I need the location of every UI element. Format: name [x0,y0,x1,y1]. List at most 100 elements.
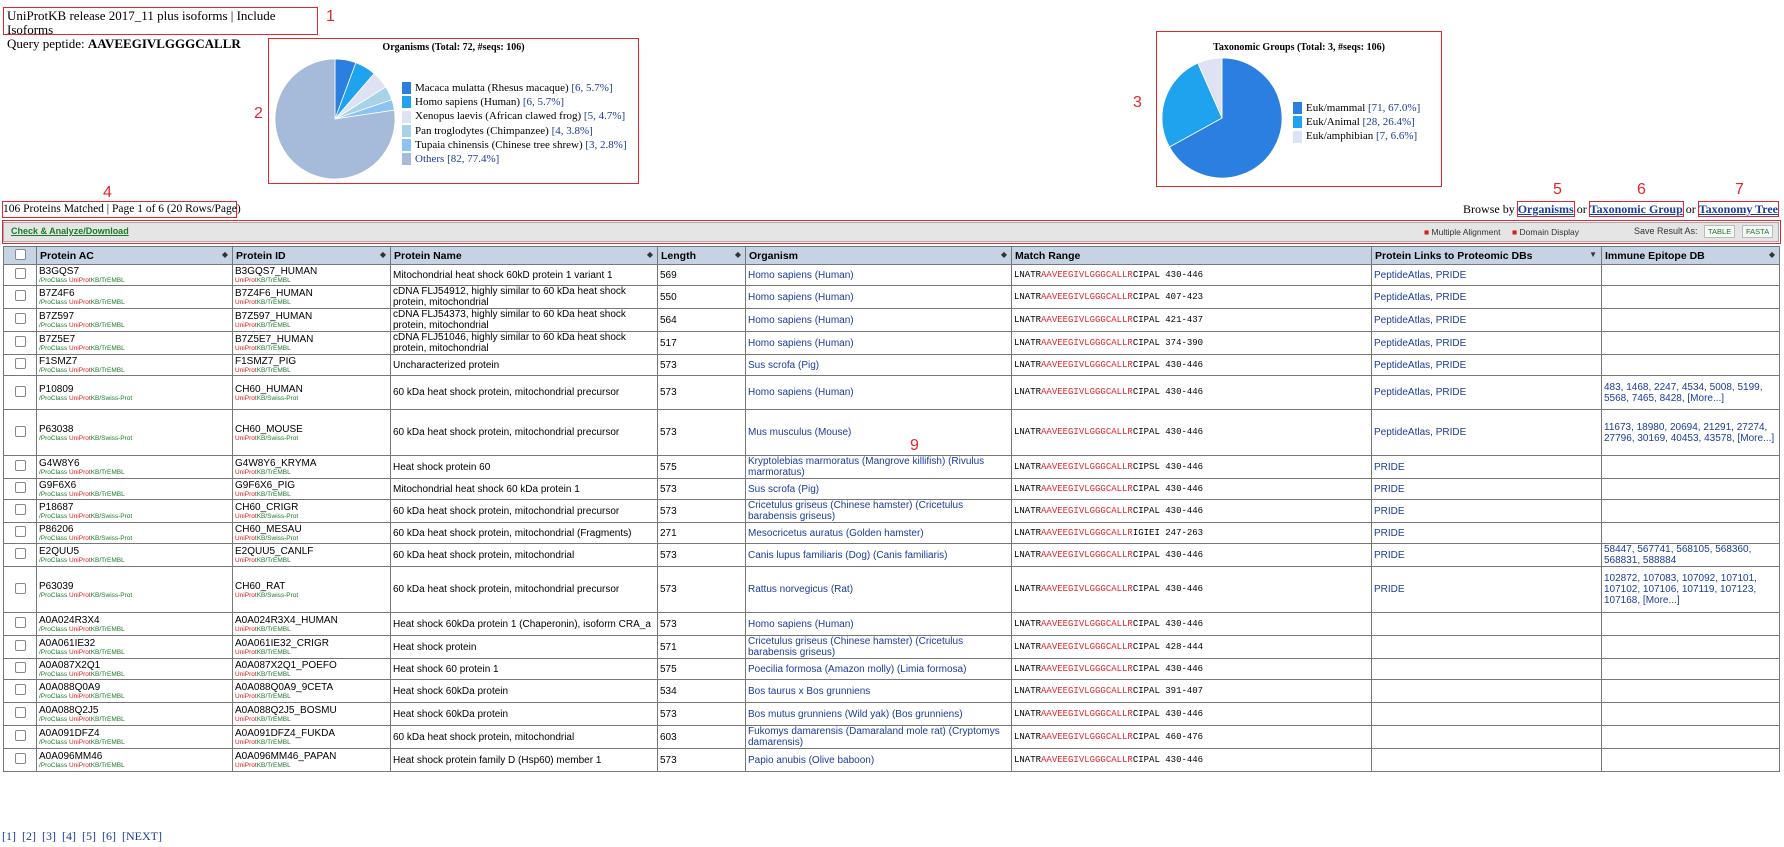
uniprot-link[interactable]: UniProt [69,535,91,542]
proclass-link[interactable]: /ProClass [39,626,67,633]
uniprot-link[interactable]: UniProt [69,367,91,374]
proclass-link[interactable]: /ProClass [39,649,67,656]
uniprot-db-link[interactable]: KB/TrEMBL [257,322,291,329]
uniprot-link[interactable]: UniProt [69,762,91,769]
protein-ac[interactable]: P63039 [39,581,230,592]
row-checkbox[interactable] [14,526,26,537]
row-checkbox[interactable] [14,268,26,279]
proclass-link[interactable]: /ProClass [39,535,67,542]
organism-link[interactable]: Poecilia formosa (Amazon molly) (Limia f… [748,664,966,675]
uniprot-db-link[interactable]: KB/TrEMBL [257,626,291,633]
uniprot-db-link[interactable]: KB/Swiss-Prot [91,592,133,599]
row-select-cell[interactable] [3,285,37,309]
multiple-alignment-button[interactable]: ■ Multiple Alignment [1424,227,1501,237]
uniprot-link[interactable]: UniProt [69,592,91,599]
uniprot-db-link[interactable]: KB/Swiss-Prot [91,395,133,402]
column-header-protein-ac[interactable]: Protein AC ◆ [36,246,233,265]
row-checkbox[interactable] [14,425,26,437]
uniprot-link[interactable]: UniProt [69,693,91,700]
uniprot-link[interactable]: UniProt [69,626,91,633]
proclass-link[interactable]: /ProClass [39,671,67,678]
proteomic-db-links[interactable]: PeptideAtlas, PRIDE [1374,315,1466,326]
row-select-cell[interactable] [3,748,37,772]
uniprot-db-link[interactable]: KB/TrEMBL [91,345,125,352]
epitope-links[interactable]: 11673, 18980, 20694, 21291, 27274, 27796… [1604,422,1774,444]
next-page-link[interactable]: [NEXT] [122,829,162,843]
uniprot-link[interactable]: UniProt [235,435,257,442]
proclass-link[interactable]: /ProClass [39,513,67,520]
uniprot-link[interactable]: UniProt [69,671,91,678]
row-checkbox[interactable] [14,290,26,301]
row-checkbox[interactable] [14,753,26,764]
proclass-link[interactable]: /ProClass [39,469,67,476]
save-table-button[interactable]: TABLE [1704,225,1736,238]
row-select-cell[interactable] [3,543,37,567]
protein-ac[interactable]: F1SMZ7 [39,356,230,367]
sort-icon[interactable]: ◆ [1769,250,1775,259]
uniprot-link[interactable]: UniProt [235,299,257,306]
uniprot-db-link[interactable]: KB/TrEMBL [257,557,291,564]
row-checkbox[interactable] [14,730,26,741]
uniprot-link[interactable]: UniProt [69,435,91,442]
proteomic-db-links[interactable]: PeptideAtlas, PRIDE [1374,270,1466,281]
protein-ac[interactable]: A0A061IE32 [39,638,230,649]
row-select-cell[interactable] [3,478,37,500]
proteomic-db-links[interactable]: PRIDE [1374,584,1405,595]
page-link-2[interactable]: [2] [22,829,36,843]
epitope-links[interactable]: 102872, 107083, 107092, 107101, 107102, … [1604,573,1757,606]
sort-icon[interactable]: ◆ [1001,250,1007,259]
organism-link[interactable]: Cricetulus griseus (Chinese hamster) (Cr… [748,636,963,658]
row-select-cell[interactable] [3,566,37,613]
row-select-cell[interactable] [3,455,37,479]
uniprot-db-link[interactable]: KB/TrEMBL [257,716,291,723]
proclass-link[interactable]: /ProClass [39,299,67,306]
uniprot-db-link[interactable]: KB/TrEMBL [257,693,291,700]
row-select-cell[interactable] [3,522,37,544]
organism-link[interactable]: Canis lupus familiaris (Dog) (Canis fami… [748,550,948,561]
protein-ac[interactable]: B7Z597 [39,311,230,322]
organism-link[interactable]: Bos taurus x Bos grunniens [748,686,870,697]
row-select-cell[interactable] [3,264,37,286]
row-checkbox[interactable] [14,707,26,718]
uniprot-link[interactable]: UniProt [235,345,257,352]
proclass-link[interactable]: /ProClass [39,557,67,564]
uniprot-link[interactable]: UniProt [235,671,257,678]
uniprot-db-link[interactable]: KB/Swiss-Prot [257,535,299,542]
row-checkbox[interactable] [14,313,26,324]
organism-link[interactable]: Mesocricetus auratus (Golden hamster) [748,528,924,539]
uniprot-link[interactable]: UniProt [69,299,91,306]
uniprot-link[interactable]: UniProt [235,626,257,633]
proclass-link[interactable]: /ProClass [39,345,67,352]
organism-link[interactable]: Fukomys damarensis (Damaraland mole rat)… [748,726,1000,748]
uniprot-db-link[interactable]: KB/TrEMBL [257,739,291,746]
uniprot-db-link[interactable]: KB/Swiss-Prot [257,395,299,402]
epitope-links[interactable]: 483, 1468, 2247, 4534, 5008, 5199, 5568,… [1604,382,1762,404]
row-select-cell[interactable] [3,725,37,749]
row-checkbox[interactable] [14,460,26,471]
row-checkbox[interactable] [14,640,26,651]
proteomic-db-links[interactable]: PeptideAtlas, PRIDE [1374,338,1466,349]
sort-icon[interactable]: ◆ [222,250,228,259]
uniprot-link[interactable]: UniProt [69,739,91,746]
row-select-cell[interactable] [3,679,37,703]
protein-ac[interactable]: A0A088Q0A9 [39,682,230,693]
uniprot-db-link[interactable]: KB/TrEMBL [257,345,291,352]
row-checkbox[interactable] [14,504,26,515]
legend-label-others-link[interactable]: Others [415,152,444,166]
uniprot-link[interactable]: UniProt [69,513,91,520]
protein-ac[interactable]: P86206 [39,524,230,535]
proteomic-db-links[interactable]: PeptideAtlas, PRIDE [1374,427,1466,438]
uniprot-db-link[interactable]: KB/TrEMBL [257,649,291,656]
protein-ac[interactable]: A0A088Q2J5 [39,705,230,716]
row-select-cell[interactable] [3,331,37,355]
organism-link[interactable]: Bos mutus grunniens (Wild yak) (Bos grun… [748,709,963,720]
organism-link[interactable]: Homo sapiens (Human) [748,338,854,349]
uniprot-db-link[interactable]: KB/Swiss-Prot [91,535,133,542]
proteomic-db-links[interactable]: PRIDE [1374,550,1405,561]
row-checkbox[interactable] [14,617,26,628]
organism-link[interactable]: Homo sapiens (Human) [748,292,854,303]
protein-ac[interactable]: G4W8Y6 [39,458,230,469]
proteomic-db-links[interactable]: PRIDE [1374,528,1405,539]
protein-ac[interactable]: G9F6X6 [39,480,230,491]
row-checkbox[interactable] [14,684,26,695]
